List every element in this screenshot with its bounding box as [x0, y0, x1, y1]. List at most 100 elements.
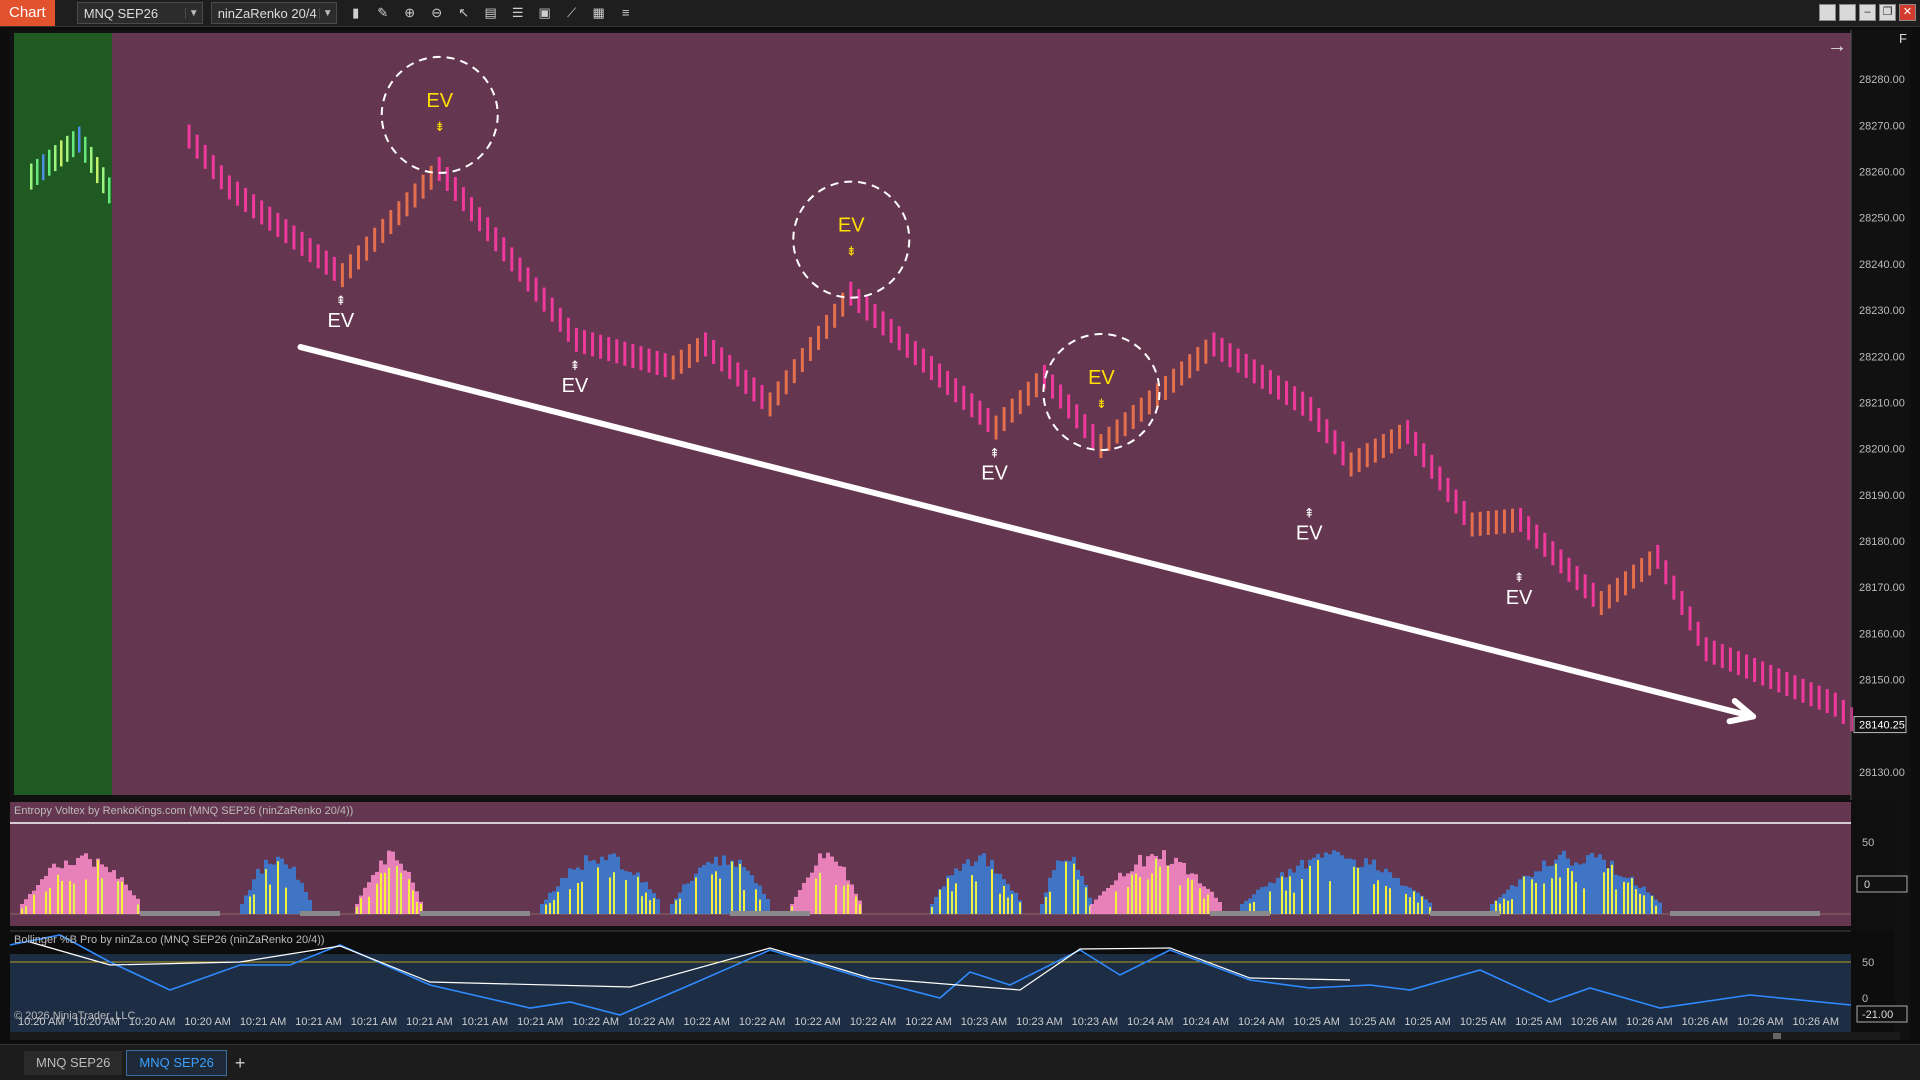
renko-bar [712, 339, 716, 364]
histogram-bar [1562, 850, 1566, 914]
chart-app-tab[interactable]: Chart [0, 0, 55, 26]
renko-bar [36, 158, 39, 185]
chevron-down-icon[interactable]: ▼ [184, 7, 202, 19]
histogram-bar [1187, 878, 1189, 914]
renko-bar [1519, 507, 1523, 532]
histogram-bar [1052, 870, 1056, 914]
histogram-bar [1658, 902, 1662, 914]
close-icon[interactable]: ✕ [1899, 4, 1916, 21]
histogram-bar [85, 879, 87, 914]
snapshot-icon[interactable]: ▣ [537, 5, 553, 21]
tab-mnq-sep26-active[interactable]: MNQ SEP26 [126, 1050, 227, 1076]
chart-canvas[interactable]: ⇞ EV EV ⇟ ⇞ EV EV ⇟ ⇞ EV EV ⇟ ⇞ EV ⇞ EV 28280.00 28270.0… [9, 30, 1910, 1040]
histogram-bar [711, 874, 713, 914]
histogram-bar [1340, 855, 1344, 914]
zoom-in-icon[interactable]: ⊕ [402, 5, 418, 21]
histogram-bar [695, 877, 697, 914]
histogram-bar [277, 861, 279, 914]
renko-bar [970, 393, 974, 418]
price-label: 28160.00 [1859, 628, 1905, 640]
bar-type-icon[interactable]: ▮ [348, 5, 364, 21]
histogram-bar [1106, 887, 1110, 914]
renko-bar [913, 341, 917, 366]
histogram-bar [1385, 885, 1387, 914]
renko-bar [994, 415, 998, 440]
restore-icon[interactable]: ❐ [1879, 4, 1896, 21]
time-label: 10:20 AM [129, 1016, 175, 1028]
strategies-icon[interactable]: ⟋ [564, 5, 580, 21]
renko-bar [235, 181, 239, 206]
histogram-bar [132, 895, 136, 914]
bar-type-value: ninZaRenko 20/4 [217, 5, 317, 21]
histogram-bar [1260, 887, 1264, 914]
histogram-bar [1324, 852, 1328, 914]
histogram-bar [1045, 896, 1047, 914]
renko-bar [607, 337, 611, 362]
add-tab-icon[interactable]: + [235, 1053, 246, 1074]
renko-bar [1131, 404, 1135, 429]
tile-alt-icon[interactable] [1839, 4, 1856, 21]
renko-bar [792, 359, 796, 384]
data-box-icon[interactable]: ▤ [483, 5, 499, 21]
histogram-bar [1646, 892, 1650, 914]
renko-bar [518, 257, 522, 282]
histogram-bar [1281, 876, 1283, 914]
histogram-bar [1118, 872, 1122, 914]
tile-icon[interactable] [1819, 4, 1836, 21]
renko-bar [300, 231, 304, 256]
scroll-right-arrow-icon[interactable]: → [1827, 35, 1847, 57]
price-label: 28210.00 [1859, 397, 1905, 409]
time-label: 10:20 AM [184, 1016, 230, 1028]
histogram-bar [1364, 858, 1368, 914]
renko-bar [833, 303, 837, 328]
price-label: 28220.00 [1859, 351, 1905, 363]
renko-bar [1406, 420, 1410, 445]
renko-bar [808, 337, 812, 362]
time-label: 10:21 AM [240, 1016, 286, 1028]
histogram-bar [1207, 894, 1209, 914]
renko-bar [978, 400, 982, 425]
histogram-bar [1380, 872, 1384, 914]
histogram-bar [999, 893, 1001, 914]
scrollbar-thumb[interactable] [1773, 1033, 1781, 1039]
horizontal-scrollbar[interactable] [10, 1032, 1900, 1040]
properties-icon[interactable]: ☰ [510, 5, 526, 21]
renko-bar [1107, 426, 1111, 451]
pointer-icon[interactable]: ↖ [456, 5, 472, 21]
histogram-bar [958, 870, 962, 914]
minimize-icon[interactable]: – [1859, 4, 1876, 21]
histogram-bar [1421, 896, 1423, 914]
histogram-bar [1065, 861, 1067, 914]
histogram-bar [951, 891, 953, 914]
histogram-bar [412, 890, 414, 914]
histogram-bar [1293, 892, 1295, 914]
histogram-bar [1142, 866, 1146, 914]
chart-panel[interactable]: ⇞ EV EV ⇟ ⇞ EV EV ⇟ ⇞ EV EV ⇟ ⇞ EV ⇞ EV 28280.00 28270.0… [9, 30, 1910, 1040]
zoom-out-icon[interactable]: ⊖ [429, 5, 445, 21]
f-label[interactable]: F [1899, 31, 1907, 46]
histogram-bar [592, 860, 596, 914]
renko-bar [1769, 664, 1773, 689]
histogram-bar [256, 868, 260, 914]
renko-bar [679, 349, 683, 374]
histogram-bar [253, 894, 255, 914]
histogram-bar [1413, 891, 1415, 914]
panel1-title: Entropy Voltex by RenkoKings.com (MNQ SE… [14, 805, 353, 817]
chevron-down-icon[interactable]: ▼ [318, 7, 336, 19]
histogram-bar [272, 864, 276, 914]
neutral-band [140, 911, 220, 916]
indicators-list-icon[interactable]: ≡ [618, 5, 634, 21]
price-label: 28270.00 [1859, 120, 1905, 132]
instrument-selector[interactable]: MNQ SEP26 ▼ [76, 2, 203, 24]
panel2-axis-50: 50 [1862, 957, 1874, 969]
draw-icon[interactable]: ✎ [375, 5, 391, 21]
screenshot-icon[interactable]: ▦ [591, 5, 607, 21]
renko-bar [1067, 394, 1071, 419]
renko-bar [1753, 658, 1757, 682]
tab-mnq-sep26[interactable]: MNQ SEP26 [24, 1051, 123, 1075]
renko-bar [1349, 452, 1353, 477]
histogram-bar [1590, 852, 1594, 914]
renko-bar [1486, 510, 1490, 535]
bar-type-selector[interactable]: ninZaRenko 20/4 ▼ [210, 2, 337, 24]
histogram-bar [124, 884, 128, 914]
